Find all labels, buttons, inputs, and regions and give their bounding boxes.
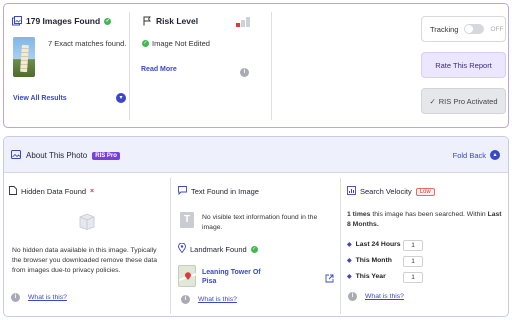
info-icon[interactable]: i: [240, 68, 249, 77]
low-badge: Low: [415, 187, 435, 196]
velocity-row-year: ◆ This Year: [347, 273, 386, 280]
velocity-value-box: 1: [403, 256, 423, 267]
check-icon: ✓: [142, 40, 149, 47]
summary-card: 179 Images Found ✓ 7 Exact matches found…: [3, 3, 509, 128]
pro-activated-button[interactable]: ✓ RIS Pro Activated: [421, 88, 506, 114]
velocity-row-24h: ◆ Last 24 Hours: [347, 241, 401, 248]
velocity-value-box: 1: [403, 240, 423, 251]
tracking-state: OFF: [490, 25, 504, 33]
location-pin-icon: [178, 242, 186, 255]
rate-report-button[interactable]: Rate This Report: [421, 52, 506, 78]
flag-icon: [142, 16, 152, 26]
times-rest: this image has been searched. Within: [370, 211, 488, 218]
check-icon: ✓: [104, 17, 112, 25]
not-edited-label: Image Not Edited: [152, 39, 210, 48]
info-icon[interactable]: i: [348, 292, 357, 301]
pro-badge: RIS Pro: [92, 151, 120, 160]
dot-icon: ◆: [347, 258, 352, 264]
text-icon: T: [180, 212, 194, 228]
text-found-heading: Text Found in Image: [178, 186, 259, 197]
info-icon[interactable]: i: [181, 295, 190, 304]
divider: [340, 178, 341, 314]
what-is-this-link[interactable]: What is this?: [198, 296, 237, 303]
about-header[interactable]: About This Photo RIS Pro Fold Back ▴: [4, 137, 508, 173]
landmark-heading: Landmark Found ✓: [178, 242, 258, 255]
text-found-text: No visible text information found in the…: [202, 214, 318, 231]
text-found-label: Text Found in Image: [191, 187, 259, 196]
what-is-this-link[interactable]: What is this?: [28, 294, 67, 301]
tracking-label: Tracking: [430, 24, 459, 34]
landmark-label: Landmark Found: [190, 244, 247, 254]
read-more-link[interactable]: Read More: [141, 66, 177, 73]
risk-level-heading: Risk Level: [142, 16, 198, 26]
divider: [170, 178, 171, 314]
check-icon: ✓: [429, 96, 436, 106]
velocity-row-month: ◆ This Month: [347, 257, 392, 264]
divider: [129, 12, 130, 120]
check-icon: ✓: [250, 245, 258, 253]
what-is-this-link[interactable]: What is this?: [365, 293, 404, 300]
about-title-label: About This Photo: [26, 151, 88, 160]
info-icon[interactable]: i: [11, 293, 20, 302]
chart-icon: [347, 186, 356, 197]
risk-bars-icon: [236, 17, 250, 27]
not-edited-status: ✓ Image Not Edited: [142, 39, 210, 48]
velocity-value-box: 1: [403, 272, 423, 283]
hidden-data-label: Hidden Data Found: [21, 187, 87, 196]
view-all-results-link[interactable]: View All Results: [13, 95, 67, 102]
empty-box-illustration: [79, 212, 95, 230]
result-thumbnail[interactable]: [13, 37, 35, 77]
divider: [271, 12, 272, 120]
times-count: 1 times: [347, 211, 371, 218]
landmark-name-line2: Pisa: [202, 278, 217, 286]
tracking-toggle-box[interactable]: Tracking OFF: [421, 16, 506, 42]
fold-back-button[interactable]: Fold Back ▴: [453, 150, 500, 160]
pro-activated-label: RIS Pro Activated: [438, 96, 498, 106]
exact-matches-text: 7 Exact matches found.: [48, 39, 127, 48]
image-stack-icon: [12, 16, 22, 26]
x-icon: ×: [90, 188, 95, 195]
tower-image: [20, 44, 29, 73]
search-velocity-heading: Search Velocity Low: [347, 186, 435, 197]
velocity-summary: 1 times this image has been searched. Wi…: [347, 210, 505, 230]
hidden-data-text: No hidden data available in this image. …: [12, 247, 158, 274]
photo-frame-icon: [11, 150, 21, 161]
chat-icon: [178, 186, 187, 197]
dot-icon: ◆: [347, 274, 352, 280]
velocity-row-label: This Month: [355, 257, 392, 264]
hidden-data-heading: Hidden Data Found ×: [9, 186, 94, 197]
tracking-toggle[interactable]: [464, 24, 485, 34]
file-icon: [9, 186, 17, 197]
map-thumbnail[interactable]: [178, 265, 198, 287]
velocity-row-label: This Year: [355, 273, 386, 280]
risk-level-label: Risk Level: [156, 16, 199, 26]
external-link-icon[interactable]: [325, 274, 334, 283]
landmark-name-line1: Leaning Tower Of: [202, 269, 261, 276]
images-found-label: 179 Images Found: [26, 16, 101, 26]
images-found-heading: 179 Images Found ✓: [12, 16, 112, 26]
velocity-row-label: Last 24 Hours: [355, 241, 401, 248]
search-velocity-label: Search Velocity: [360, 187, 412, 196]
chevron-up-icon: ▴: [490, 150, 500, 160]
about-title: About This Photo RIS Pro: [11, 150, 120, 161]
landmark-link[interactable]: Leaning Tower Of Pisa: [202, 268, 261, 287]
dot-icon: ◆: [347, 242, 352, 248]
chevron-down-icon[interactable]: ▾: [116, 93, 126, 103]
fold-back-label: Fold Back: [452, 150, 486, 160]
